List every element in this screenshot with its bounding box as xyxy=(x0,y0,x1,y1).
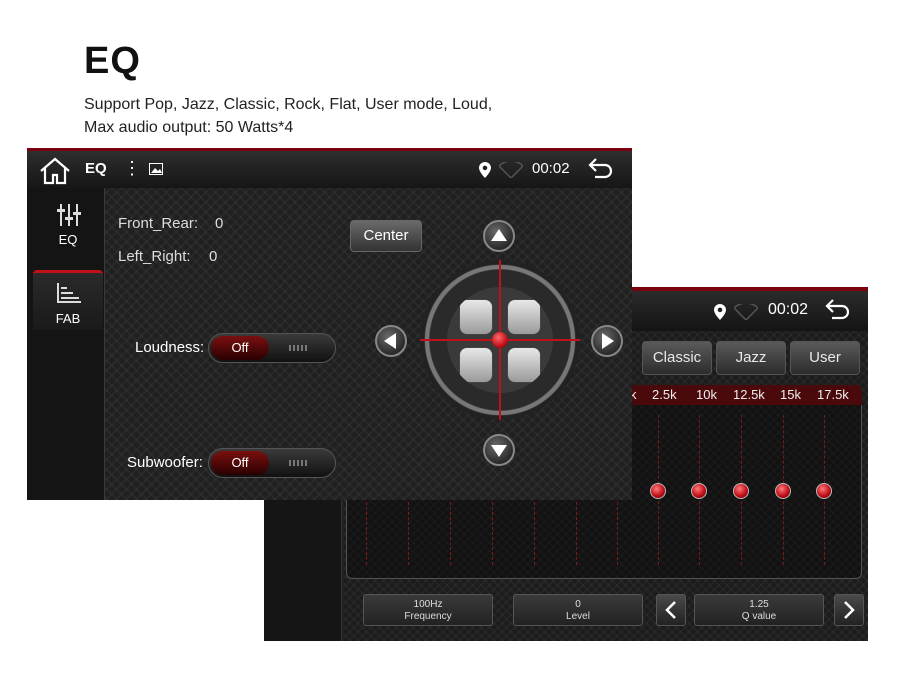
arrow-left-icon xyxy=(384,333,396,349)
seat-rear-right xyxy=(507,347,541,383)
status-time: 00:02 xyxy=(532,160,570,177)
seat-front-right xyxy=(507,299,541,335)
front-rear-label: Front_Rear: xyxy=(118,215,199,232)
level-param[interactable]: 0 Level xyxy=(513,594,643,626)
level-value: 0 xyxy=(575,599,581,610)
seat-rear-left xyxy=(459,347,493,383)
sidebar-item-fab[interactable]: FAB xyxy=(33,270,103,330)
front-rear-value: 0 xyxy=(215,215,224,232)
mode-tab-jazz[interactable]: Jazz xyxy=(716,341,786,375)
screen-title: EQ xyxy=(85,160,107,177)
subwoofer-state: Off xyxy=(211,451,269,475)
q-label: Q value xyxy=(741,611,777,622)
eq-slider-track xyxy=(492,502,493,565)
q-value-param[interactable]: 1.25 Q value xyxy=(694,594,824,626)
front-status-bar: EQ ⋮ 00:02 xyxy=(27,148,632,188)
chevron-right-icon xyxy=(844,601,855,619)
freq-label-17-5k: 17.5k xyxy=(817,387,849,402)
left-right-value: 0 xyxy=(209,248,218,265)
frequency-value: 100Hz xyxy=(413,599,443,610)
eq-slider-track xyxy=(408,502,409,565)
mode-tab-user[interactable]: User xyxy=(790,341,860,375)
wifi-icon xyxy=(499,162,523,178)
subwoofer-label: Subwoofer: xyxy=(127,454,203,471)
subwoofer-toggle[interactable]: Off xyxy=(208,448,336,478)
up-button[interactable] xyxy=(483,220,515,252)
frequency-label: Frequency xyxy=(404,611,452,622)
freq-label-12-5k: 12.5k xyxy=(733,387,765,402)
eq-slider-knob[interactable] xyxy=(733,483,749,499)
eq-slider-track xyxy=(534,502,535,565)
toggle-grip xyxy=(289,460,309,466)
back-arrow-icon[interactable] xyxy=(824,297,852,321)
sidebar-item-label: EQ xyxy=(58,232,78,247)
center-button[interactable]: Center xyxy=(350,220,422,252)
page: EQ Support Pop, Jazz, Classic, Rock, Fla… xyxy=(0,0,900,687)
eq-slider-track xyxy=(617,502,618,565)
eq-slider-track xyxy=(576,502,577,565)
left-right-label: Left_Right: xyxy=(118,248,191,265)
eq-slider-knob[interactable] xyxy=(650,483,666,499)
arrow-down-icon xyxy=(491,445,507,457)
arrow-right-icon xyxy=(602,333,614,349)
seat-front-left xyxy=(459,299,493,335)
frequency-param[interactable]: 100Hz Frequency xyxy=(363,594,493,626)
more-icon[interactable]: ⋮ xyxy=(123,159,141,177)
sidebar-item-eq[interactable]: EQ xyxy=(33,194,103,254)
description-line-2: Max audio output: 50 Watts*4 xyxy=(84,119,294,136)
location-pin-icon xyxy=(479,162,491,178)
freq-label-2-5k: 2.5k xyxy=(652,387,677,402)
image-icon[interactable] xyxy=(149,163,163,175)
loudness-toggle[interactable]: Off xyxy=(208,333,336,363)
feature-description: Support Pop, Jazz, Classic, Rock, Flat, … xyxy=(84,93,492,139)
balance-point[interactable] xyxy=(492,332,508,348)
freq-label-10k: 10k xyxy=(696,387,717,402)
wifi-icon xyxy=(734,304,758,320)
left-button[interactable] xyxy=(375,325,407,357)
next-band-button[interactable] xyxy=(834,594,864,626)
description-line-1: Support Pop, Jazz, Classic, Rock, Flat, … xyxy=(84,96,493,113)
prev-band-button[interactable] xyxy=(656,594,686,626)
toggle-grip xyxy=(289,345,309,351)
eq-slider-knob[interactable] xyxy=(775,483,791,499)
page-title: EQ xyxy=(84,40,141,82)
arrow-up-icon xyxy=(491,229,507,241)
down-button[interactable] xyxy=(483,434,515,466)
eq-slider-knob[interactable] xyxy=(691,483,707,499)
eq-slider-knob[interactable] xyxy=(816,483,832,499)
fab-bars-icon xyxy=(57,283,81,303)
status-time: 00:02 xyxy=(768,301,809,318)
mode-tab-classic[interactable]: Classic xyxy=(642,341,712,375)
freq-label-15k: 15k xyxy=(780,387,801,402)
level-label: Level xyxy=(566,611,590,622)
eq-sliders-icon xyxy=(57,204,81,226)
q-value: 1.25 xyxy=(749,599,769,610)
loudness-label: Loudness: xyxy=(135,339,205,356)
balance-seat-map[interactable] xyxy=(420,260,580,420)
front-sidebar: EQ FAB xyxy=(27,188,105,500)
chevron-left-icon xyxy=(665,601,676,619)
sidebar-item-label: FAB xyxy=(55,311,81,326)
fab-screen-front: EQ FAB EQ ⋮ 00:02 Front_Rear: 0 Left_Rig… xyxy=(27,148,632,500)
back-arrow-icon[interactable] xyxy=(587,156,615,180)
loudness-state: Off xyxy=(211,336,269,360)
right-button[interactable] xyxy=(591,325,623,357)
eq-slider-track xyxy=(450,502,451,565)
location-pin-icon xyxy=(714,304,726,320)
home-icon[interactable] xyxy=(39,157,71,185)
eq-slider-track xyxy=(366,502,367,565)
